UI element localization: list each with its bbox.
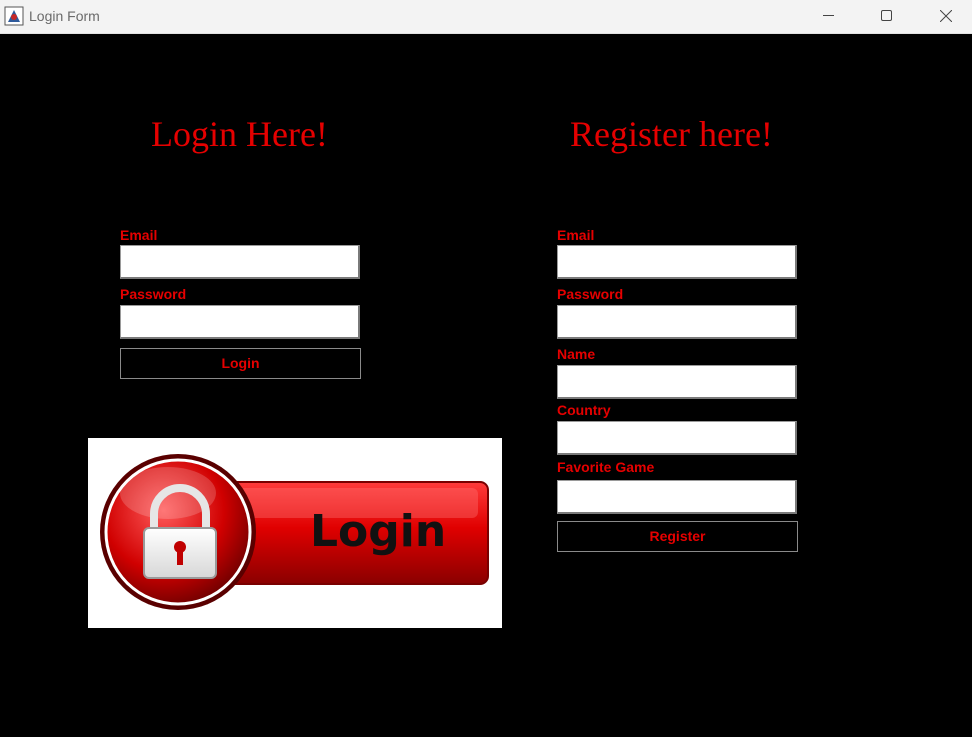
minimize-button[interactable] <box>800 0 858 33</box>
java-app-icon <box>4 6 24 26</box>
register-email-field[interactable] <box>557 245 797 279</box>
register-favorite-game-label: Favorite Game <box>557 459 655 475</box>
register-heading: Register here! <box>570 114 773 154</box>
login-email-field[interactable] <box>120 245 360 279</box>
login-button[interactable]: Login <box>120 348 361 379</box>
register-button[interactable]: Register <box>557 521 798 552</box>
minimize-icon <box>823 15 834 16</box>
close-button[interactable] <box>917 0 972 33</box>
form-panel: Login Here! Email Password Login Login R… <box>0 34 972 737</box>
maximize-icon <box>881 10 892 21</box>
register-password-field[interactable] <box>557 305 797 339</box>
register-email-label: Email <box>557 227 595 243</box>
close-icon <box>940 10 952 22</box>
login-banner-image: Login <box>88 438 502 628</box>
login-email-label: Email <box>120 227 158 243</box>
login-password-label: Password <box>120 286 187 302</box>
title-bar: Login Form <box>0 0 972 34</box>
login-heading: Login Here! <box>151 114 328 154</box>
register-password-label: Password <box>557 286 624 302</box>
login-password-field[interactable] <box>120 305 360 339</box>
register-name-field[interactable] <box>557 365 797 399</box>
maximize-button[interactable] <box>858 0 916 33</box>
register-name-label: Name <box>557 346 596 362</box>
register-country-field[interactable] <box>557 421 797 455</box>
banner-login-text: Login <box>310 506 446 557</box>
register-country-label: Country <box>557 402 611 418</box>
window-title: Login Form <box>29 8 100 24</box>
register-favorite-game-field[interactable] <box>557 480 797 514</box>
